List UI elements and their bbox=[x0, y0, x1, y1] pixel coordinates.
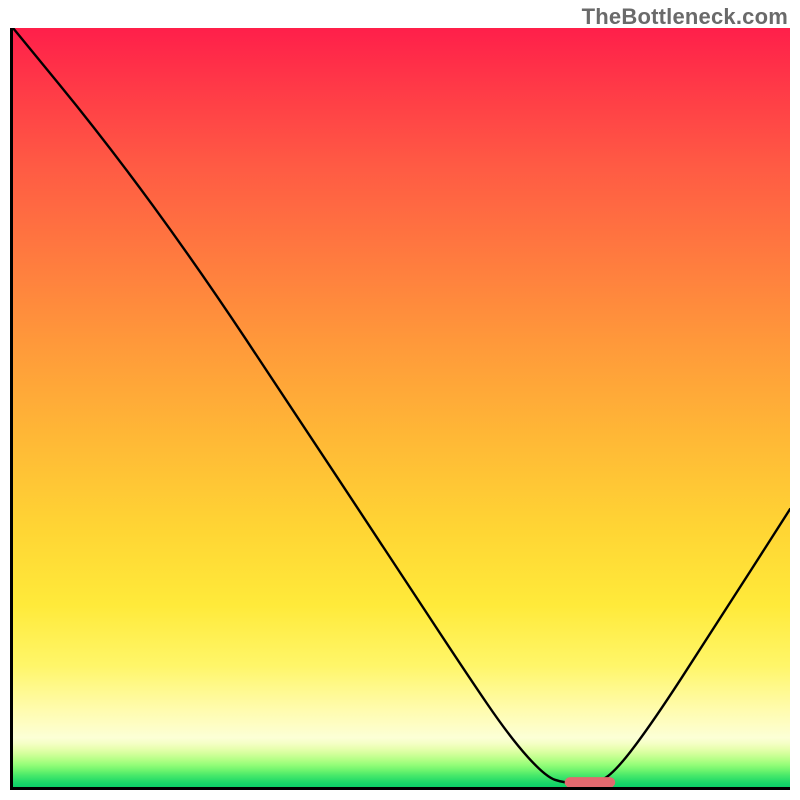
optimal-zone-marker bbox=[565, 777, 616, 787]
chart-container: TheBottleneck.com bbox=[0, 0, 800, 800]
bottleneck-curve-line bbox=[13, 28, 790, 783]
watermark-text: TheBottleneck.com bbox=[582, 4, 788, 30]
curve-overlay bbox=[13, 28, 790, 787]
plot-area bbox=[10, 28, 790, 790]
